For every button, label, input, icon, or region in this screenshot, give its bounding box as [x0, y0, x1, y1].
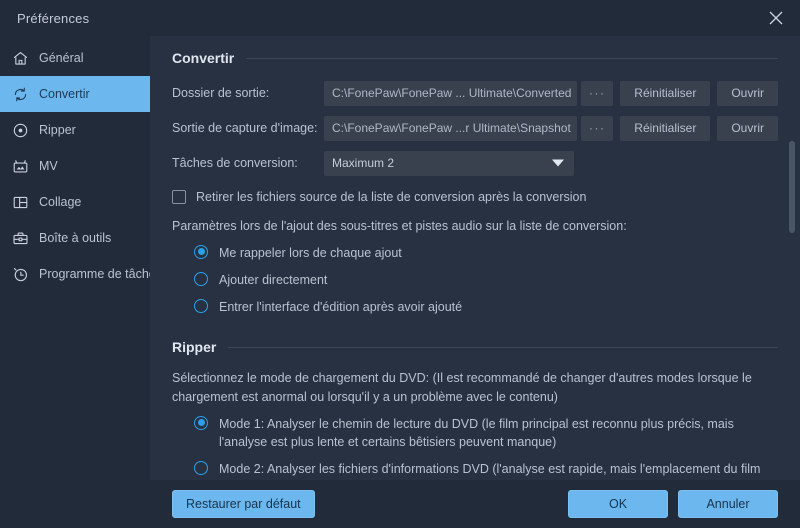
radio-indicator: [194, 460, 208, 475]
output-folder-input[interactable]: C:\FonePaw\FonePaw ... Ultimate\Converte…: [324, 80, 578, 106]
layout-icon: [10, 192, 30, 212]
subtitle-params-label: Paramètres lors de l'ajout des sous-titr…: [172, 219, 627, 233]
conversion-tasks-label: Tâches de conversion:: [172, 156, 298, 170]
section-divider: [228, 346, 778, 348]
toolbox-icon: [10, 228, 30, 248]
sidebar-item-label: MV: [39, 159, 58, 173]
cancel-button[interactable]: Annuler: [678, 490, 778, 518]
chevron-down-icon: [552, 159, 564, 167]
footer-actions: OK Annuler: [568, 490, 778, 518]
sidebar-item-programme-de-tache[interactable]: Programme de tâche: [0, 256, 150, 292]
conversion-tasks-select[interactable]: Maximum 2: [324, 150, 574, 176]
settings-panel: Convertir Dossier de sortie: C:\FonePaw\…: [150, 36, 800, 480]
snapshot-output-input[interactable]: C:\FonePaw\FonePaw ...r Ultimate\Snapsho…: [324, 115, 578, 141]
snapshot-output-reset-button[interactable]: Réinitialiser: [620, 115, 711, 141]
subtitle-option-open-editor[interactable]: Entrer l'interface d'édition après avoir…: [194, 298, 778, 316]
sidebar-item-label: Collage: [39, 195, 82, 209]
snapshot-output-row: Sortie de capture d'image: C:\FonePaw\Fo…: [172, 115, 778, 141]
subtitle-option-remind[interactable]: Me rappeler lors de chaque ajout: [194, 244, 778, 262]
subtitle-option-label: Me rappeler lors de chaque ajout: [219, 245, 402, 260]
section-title: Convertir: [172, 50, 235, 66]
conversion-tasks-row: Tâches de conversion: Maximum 2: [172, 150, 778, 176]
output-folder-label: Dossier de sortie:: [172, 86, 270, 100]
sidebar-item-label: Général: [39, 51, 84, 65]
restore-defaults-button[interactable]: Restaurer par défaut: [172, 490, 315, 518]
output-folder-browse-button[interactable]: ···: [581, 80, 614, 106]
output-folder-reset-button[interactable]: Réinitialiser: [620, 80, 711, 106]
section-header-ripper: Ripper: [172, 339, 778, 355]
subtitle-option-label: Ajouter directement: [219, 272, 328, 287]
output-folder-open-button[interactable]: Ouvrir: [717, 80, 778, 106]
video-icon: [10, 156, 30, 176]
radio-indicator: [194, 244, 208, 259]
section-divider: [246, 57, 778, 59]
snapshot-output-browse-button[interactable]: ···: [581, 115, 614, 141]
subtitle-option-label: Entrer l'interface d'édition après avoir…: [219, 300, 463, 314]
ripper-mode-label: Mode 1: Analyser le chemin de lecture du…: [219, 416, 734, 449]
snapshot-output-open-button[interactable]: Ouvrir: [717, 115, 778, 141]
sidebar-item-label: Boîte à outils: [39, 231, 112, 245]
ripper-mode-1[interactable]: Mode 1: Analyser le chemin de lecture du…: [194, 415, 778, 451]
radio-indicator: [194, 415, 208, 430]
remove-source-files-checkbox[interactable]: Retirer les fichiers source de la liste …: [172, 190, 778, 204]
refresh-icon: [10, 84, 30, 104]
radio-indicator: [194, 271, 208, 286]
sidebar-item-general[interactable]: Général: [0, 40, 150, 76]
sidebar-item-mv[interactable]: MV: [0, 148, 150, 184]
ok-button[interactable]: OK: [568, 490, 668, 518]
ripper-mode-label: Mode 2: Analyser les fichiers d'informat…: [219, 461, 761, 476]
sidebar-item-label: Programme de tâche: [39, 267, 150, 281]
settings-scroll-area: Convertir Dossier de sortie: C:\FonePaw\…: [150, 36, 800, 480]
sidebar-item-collage[interactable]: Collage: [0, 184, 150, 220]
output-folder-row: Dossier de sortie: C:\FonePaw\FonePaw ..…: [172, 80, 778, 106]
home-icon: [10, 48, 30, 68]
section-title: Ripper: [172, 339, 217, 356]
preferences-dialog: Préférences Général Convertir Ripper MV …: [0, 0, 800, 528]
disc-icon: [10, 120, 30, 140]
window-title: Préférences: [17, 10, 90, 26]
sidebar-item-label: Ripper: [39, 123, 76, 137]
checkbox-box: [172, 190, 186, 204]
conversion-tasks-selected-value: Maximum 2: [332, 156, 395, 170]
sidebar-item-label: Convertir: [39, 87, 90, 101]
dialog-body: Général Convertir Ripper MV Collage Boît…: [0, 36, 800, 480]
sidebar-item-ripper[interactable]: Ripper: [0, 112, 150, 148]
subtitle-option-add-directly[interactable]: Ajouter directement: [194, 271, 778, 289]
sidebar-item-convertir[interactable]: Convertir: [0, 76, 150, 112]
sidebar-item-boite-a-outils[interactable]: Boîte à outils: [0, 220, 150, 256]
section-header-convertir: Convertir: [172, 50, 778, 66]
vertical-scrollbar-thumb[interactable]: [789, 141, 795, 233]
ripper-mode-2[interactable]: Mode 2: Analyser les fichiers d'informat…: [194, 460, 778, 480]
snapshot-output-label: Sortie de capture d'image:: [172, 121, 318, 135]
radio-indicator: [194, 299, 208, 313]
remove-source-files-label: Retirer les fichiers source de la liste …: [196, 190, 587, 204]
dialog-footer: Restaurer par défaut OK Annuler: [0, 480, 800, 528]
close-icon[interactable]: [762, 4, 790, 32]
alarm-clock-icon: [10, 264, 30, 284]
sidebar: Général Convertir Ripper MV Collage Boît…: [0, 36, 150, 480]
ripper-description: Sélectionnez le mode de chargement du DV…: [172, 371, 752, 404]
title-bar: Préférences: [0, 0, 800, 36]
